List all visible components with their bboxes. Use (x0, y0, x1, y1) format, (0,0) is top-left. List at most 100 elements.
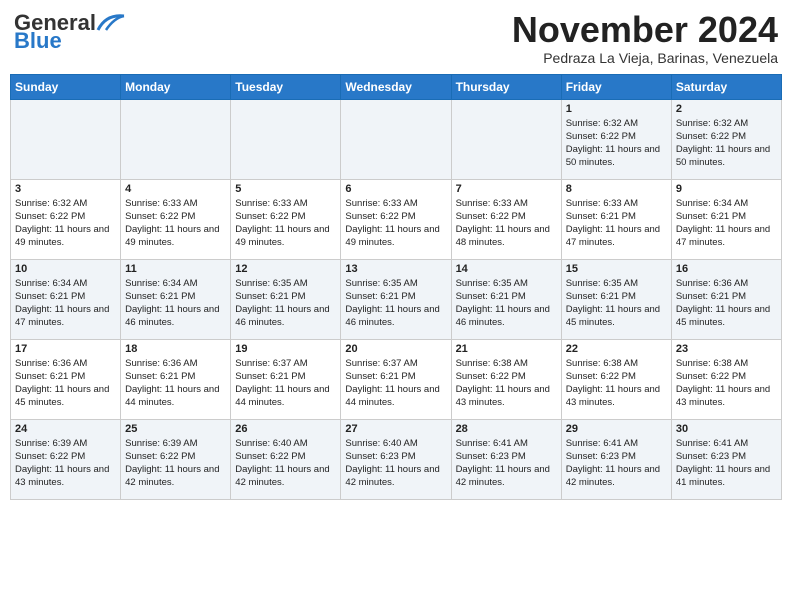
day-info: Sunrise: 6:41 AM Sunset: 6:23 PM Dayligh… (456, 437, 557, 490)
calendar-day-5: 5 Sunrise: 6:33 AM Sunset: 6:22 PM Daylig… (231, 179, 341, 259)
calendar-day-9: 9 Sunrise: 6:34 AM Sunset: 6:21 PM Daylig… (671, 179, 781, 259)
day-info: Sunrise: 6:40 AM Sunset: 6:22 PM Dayligh… (235, 437, 336, 490)
calendar-day-3: 3Sunrise: 6:32 AM Sunset: 6:22 PM Daylig… (11, 179, 121, 259)
calendar-day-7: 7Sunrise: 6:33 AM Sunset: 6:22 PM Daylig… (451, 179, 561, 259)
calendar-day-18: 18 Sunrise: 6:36 AM Sunset: 6:21 PM Dayli… (121, 339, 231, 419)
day-number: 13 (345, 263, 446, 275)
calendar-header-wednesday: Wednesday (341, 74, 451, 99)
day-number: 22 (566, 343, 667, 355)
calendar-header-sunday: Sunday (11, 74, 121, 99)
calendar-header-friday: Friday (561, 74, 671, 99)
day-info: Sunrise: 6:33 AM Sunset: 6:21 PM Dayligh… (566, 197, 667, 250)
day-number: 28 (456, 423, 557, 435)
calendar-day-22: 22 Sunrise: 6:38 AM Sunset: 6:22 PM Dayli… (561, 339, 671, 419)
day-info: Sunrise: 6:33 AM Sunset: 6:22 PM Dayligh… (125, 197, 226, 250)
calendar-day-26: 26 Sunrise: 6:40 AM Sunset: 6:22 PM Dayli… (231, 419, 341, 499)
calendar-day-11: 11Sunrise: 6:34 AM Sunset: 6:21 PM Dayli… (121, 259, 231, 339)
day-info: Sunrise: 6:35 AM Sunset: 6:21 PM Dayligh… (345, 277, 446, 330)
day-info: Sunrise: 6:33 AM Sunset: 6:22 PM Dayligh… (345, 197, 446, 250)
calendar-week-3: 17 Sunrise: 6:36 AM Sunset: 6:21 PM Dayli… (11, 339, 782, 419)
calendar-day-16: 16 Sunrise: 6:36 AM Sunset: 6:21 PM Dayli… (671, 259, 781, 339)
day-number: 16 (676, 263, 777, 275)
logo: General Blue (14, 10, 126, 54)
day-number: 18 (125, 343, 226, 355)
day-number: 4 (125, 183, 226, 195)
calendar-header-tuesday: Tuesday (231, 74, 341, 99)
day-info: Sunrise: 6:36 AM Sunset: 6:21 PM Dayligh… (15, 357, 116, 410)
calendar-day-20: 20 Sunrise: 6:37 AM Sunset: 6:21 PM Dayli… (341, 339, 451, 419)
day-info: Sunrise: 6:35 AM Sunset: 6:21 PM Dayligh… (235, 277, 336, 330)
day-number: 9 (676, 183, 777, 195)
day-number: 14 (456, 263, 557, 275)
calendar-day-8: 8Sunrise: 6:33 AM Sunset: 6:21 PM Daylig… (561, 179, 671, 259)
calendar-empty-cell (121, 99, 231, 179)
calendar-day-19: 19 Sunrise: 6:37 AM Sunset: 6:21 PM Dayli… (231, 339, 341, 419)
day-number: 24 (15, 423, 116, 435)
calendar-table: SundayMondayTuesdayWednesdayThursdayFrid… (10, 74, 782, 500)
title-block: November 2024 Pedraza La Vieja, Barinas,… (512, 10, 778, 66)
calendar-day-21: 21 Sunrise: 6:38 AM Sunset: 6:22 PM Dayli… (451, 339, 561, 419)
day-info: Sunrise: 6:35 AM Sunset: 6:21 PM Dayligh… (456, 277, 557, 330)
calendar-empty-cell (451, 99, 561, 179)
day-info: Sunrise: 6:38 AM Sunset: 6:22 PM Dayligh… (456, 357, 557, 410)
day-info: Sunrise: 6:37 AM Sunset: 6:21 PM Dayligh… (345, 357, 446, 410)
calendar-day-2: 2Sunrise: 6:32 AM Sunset: 6:22 PM Daylig… (671, 99, 781, 179)
calendar-day-1: 1 Sunrise: 6:32 AM Sunset: 6:22 PM Daylig… (561, 99, 671, 179)
calendar-empty-cell (11, 99, 121, 179)
calendar-empty-cell (341, 99, 451, 179)
day-number: 19 (235, 343, 336, 355)
calendar-header-thursday: Thursday (451, 74, 561, 99)
day-number: 21 (456, 343, 557, 355)
calendar-day-24: 24 Sunrise: 6:39 AM Sunset: 6:22 PM Dayli… (11, 419, 121, 499)
day-info: Sunrise: 6:32 AM Sunset: 6:22 PM Dayligh… (566, 117, 667, 170)
calendar-day-27: 27 Sunrise: 6:40 AM Sunset: 6:23 PM Dayli… (341, 419, 451, 499)
calendar-day-14: 14 Sunrise: 6:35 AM Sunset: 6:21 PM Dayli… (451, 259, 561, 339)
day-info: Sunrise: 6:33 AM Sunset: 6:22 PM Dayligh… (235, 197, 336, 250)
day-info: Sunrise: 6:33 AM Sunset: 6:22 PM Dayligh… (456, 197, 557, 250)
calendar-day-28: 28 Sunrise: 6:41 AM Sunset: 6:23 PM Dayli… (451, 419, 561, 499)
day-info: Sunrise: 6:41 AM Sunset: 6:23 PM Dayligh… (566, 437, 667, 490)
calendar-day-30: 30Sunrise: 6:41 AM Sunset: 6:23 PM Dayli… (671, 419, 781, 499)
day-number: 10 (15, 263, 116, 275)
day-number: 1 (566, 103, 667, 115)
day-info: Sunrise: 6:40 AM Sunset: 6:23 PM Dayligh… (345, 437, 446, 490)
day-info: Sunrise: 6:34 AM Sunset: 6:21 PM Dayligh… (676, 197, 777, 250)
day-number: 26 (235, 423, 336, 435)
calendar-week-1: 3Sunrise: 6:32 AM Sunset: 6:22 PM Daylig… (11, 179, 782, 259)
day-info: Sunrise: 6:36 AM Sunset: 6:21 PM Dayligh… (676, 277, 777, 330)
day-info: Sunrise: 6:38 AM Sunset: 6:22 PM Dayligh… (566, 357, 667, 410)
calendar-day-15: 15 Sunrise: 6:35 AM Sunset: 6:21 PM Dayli… (561, 259, 671, 339)
calendar-day-23: 23Sunrise: 6:38 AM Sunset: 6:22 PM Dayli… (671, 339, 781, 419)
day-number: 6 (345, 183, 446, 195)
day-info: Sunrise: 6:34 AM Sunset: 6:21 PM Dayligh… (15, 277, 116, 330)
day-info: Sunrise: 6:35 AM Sunset: 6:21 PM Dayligh… (566, 277, 667, 330)
calendar-day-12: 12Sunrise: 6:35 AM Sunset: 6:21 PM Dayli… (231, 259, 341, 339)
day-number: 17 (15, 343, 116, 355)
calendar-day-29: 29Sunrise: 6:41 AM Sunset: 6:23 PM Dayli… (561, 419, 671, 499)
day-number: 27 (345, 423, 446, 435)
day-number: 15 (566, 263, 667, 275)
location: Pedraza La Vieja, Barinas, Venezuela (512, 50, 778, 66)
day-info: Sunrise: 6:32 AM Sunset: 6:22 PM Dayligh… (676, 117, 777, 170)
calendar-day-25: 25 Sunrise: 6:39 AM Sunset: 6:22 PM Dayli… (121, 419, 231, 499)
calendar-week-2: 10 Sunrise: 6:34 AM Sunset: 6:21 PM Dayli… (11, 259, 782, 339)
day-number: 20 (345, 343, 446, 355)
day-info: Sunrise: 6:39 AM Sunset: 6:22 PM Dayligh… (15, 437, 116, 490)
day-info: Sunrise: 6:39 AM Sunset: 6:22 PM Dayligh… (125, 437, 226, 490)
day-info: Sunrise: 6:36 AM Sunset: 6:21 PM Dayligh… (125, 357, 226, 410)
logo-wing-icon (96, 12, 126, 34)
calendar-header-row: SundayMondayTuesdayWednesdayThursdayFrid… (11, 74, 782, 99)
calendar-week-0: 1 Sunrise: 6:32 AM Sunset: 6:22 PM Daylig… (11, 99, 782, 179)
day-info: Sunrise: 6:41 AM Sunset: 6:23 PM Dayligh… (676, 437, 777, 490)
month-title: November 2024 (512, 10, 778, 50)
calendar-day-10: 10 Sunrise: 6:34 AM Sunset: 6:21 PM Dayli… (11, 259, 121, 339)
calendar-day-6: 6 Sunrise: 6:33 AM Sunset: 6:22 PM Daylig… (341, 179, 451, 259)
calendar-day-4: 4 Sunrise: 6:33 AM Sunset: 6:22 PM Daylig… (121, 179, 231, 259)
day-number: 11 (125, 263, 226, 275)
day-info: Sunrise: 6:32 AM Sunset: 6:22 PM Dayligh… (15, 197, 116, 250)
day-number: 25 (125, 423, 226, 435)
calendar-empty-cell (231, 99, 341, 179)
day-number: 5 (235, 183, 336, 195)
logo-blue: Blue (14, 28, 62, 54)
day-info: Sunrise: 6:37 AM Sunset: 6:21 PM Dayligh… (235, 357, 336, 410)
